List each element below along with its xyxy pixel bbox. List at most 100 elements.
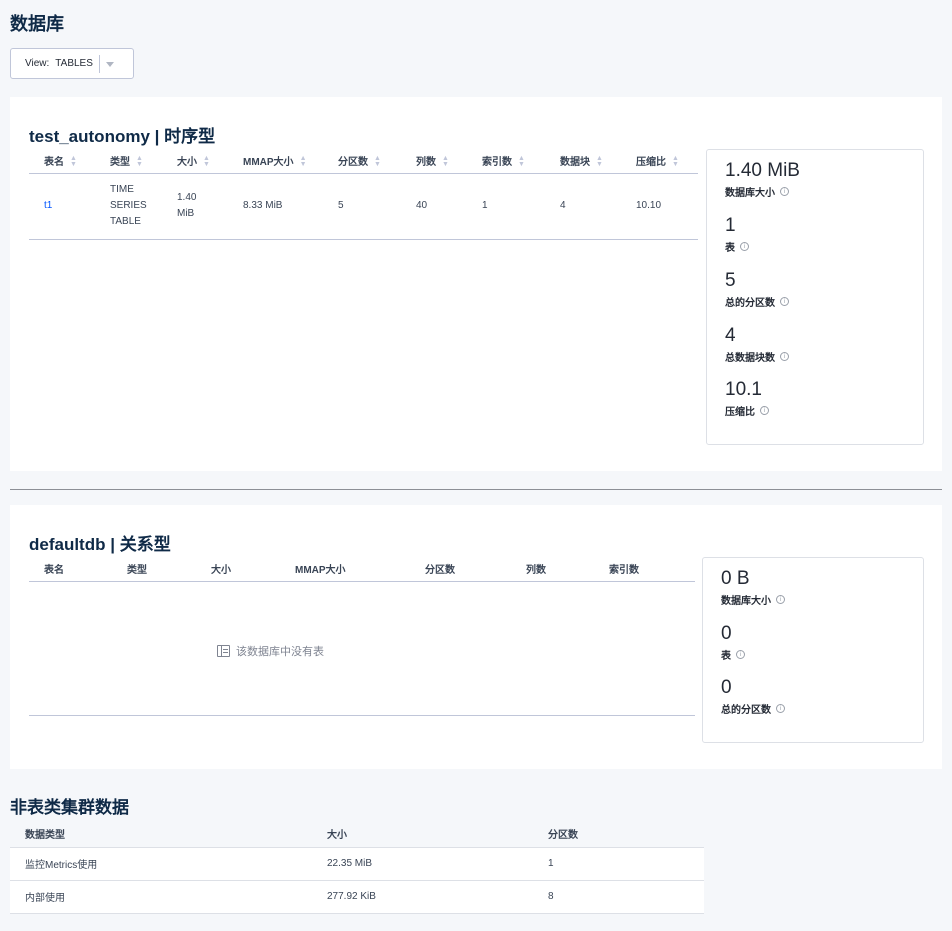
- sort-icon[interactable]: ▲ ▼: [596, 155, 603, 168]
- view-select-value: TABLES: [55, 58, 93, 69]
- column-header[interactable]: 分区数: [533, 820, 704, 848]
- stat-value: 0: [721, 623, 732, 644]
- stat-value: 0 B: [721, 568, 750, 589]
- table-blocks-cell: 4: [560, 200, 566, 211]
- sort-icon[interactable]: ▲ ▼: [442, 155, 449, 168]
- table-link[interactable]: t1: [44, 200, 52, 211]
- tables-table: 表名 类型 大小 MMAP大小 分区数 列数 索引数: [29, 557, 695, 716]
- view-select-separator: [98, 54, 100, 73]
- info-icon[interactable]: i: [776, 595, 785, 604]
- info-icon[interactable]: i: [760, 406, 769, 415]
- stat-label: 表: [721, 651, 731, 662]
- stat-value: 0: [721, 677, 732, 698]
- size-cell: 22.35 MiB: [312, 847, 533, 881]
- stat-label: 总的分区数: [725, 298, 775, 309]
- page-title: 数据库: [10, 14, 64, 34]
- empty-state-text: 该数据库中没有表: [236, 646, 324, 658]
- table-type-cell: TIME SERIES TABLE: [95, 173, 162, 239]
- database-title: test_autonomy | 时序型: [29, 127, 216, 146]
- column-header[interactable]: 数据块 ▲ ▼: [545, 149, 621, 174]
- sort-icon[interactable]: ▲ ▼: [70, 155, 77, 168]
- table-ratio-cell: 10.10: [636, 200, 662, 211]
- stat-tables: 0 表i: [721, 623, 745, 662]
- column-header[interactable]: 列数: [511, 557, 594, 582]
- info-icon[interactable]: i: [780, 187, 789, 196]
- column-header[interactable]: 类型 ▲ ▼: [95, 149, 162, 174]
- column-header[interactable]: 大小 ▲ ▼: [162, 149, 228, 174]
- info-icon[interactable]: i: [736, 650, 745, 659]
- table-icon: [217, 645, 230, 657]
- tables-table: 表名 ▲ ▼ 类型 ▲ ▼ 大小 ▲ ▼ MMAP大小 ▲ ▼ 分区数 ▲ ▼ 列数 ▲ ▼ 索引数 ▲ ▼…: [29, 149, 698, 240]
- column-header[interactable]: 分区数: [410, 557, 511, 582]
- table-mmap-cell: 8.33 MiB: [243, 200, 283, 211]
- info-icon[interactable]: i: [780, 297, 789, 306]
- table-row[interactable]: t1 TIME SERIES TABLE 1.40 MiB 8.33 MiB 5…: [29, 173, 698, 239]
- table-columns-cell: 40: [416, 200, 428, 211]
- sort-icon[interactable]: ▲ ▼: [374, 155, 381, 168]
- data-type-cell: 内部使用: [10, 880, 312, 914]
- section-divider: [10, 489, 942, 490]
- sort-icon[interactable]: ▲ ▼: [672, 155, 679, 168]
- partitions-cell: 8: [533, 880, 704, 914]
- view-select-label: View:: [25, 58, 50, 69]
- column-header[interactable]: MMAP大小: [280, 557, 410, 582]
- stat-label: 数据库大小: [721, 596, 771, 607]
- info-icon[interactable]: i: [740, 242, 749, 251]
- table-row: 监控Metrics使用 22.35 MiB 1: [10, 847, 704, 881]
- table-header-row: 表名 ▲ ▼ 类型 ▲ ▼ 大小 ▲ ▼ MMAP大小 ▲ ▼ 分区数 ▲ ▼ 列数 ▲ ▼ 索引数 ▲ ▼…: [29, 149, 698, 174]
- column-header[interactable]: 类型: [112, 557, 196, 582]
- column-header[interactable]: 大小: [196, 557, 280, 582]
- stat-label: 总的分区数: [721, 705, 771, 716]
- stat-value: 4: [725, 325, 736, 346]
- sort-icon[interactable]: ▲ ▼: [300, 155, 307, 168]
- stat-compression: 10.1 压缩比 i: [725, 379, 769, 418]
- column-header[interactable]: 索引数: [594, 557, 695, 582]
- info-icon[interactable]: i: [780, 352, 789, 361]
- sort-icon[interactable]: ▲ ▼: [518, 155, 525, 168]
- stat-label: 表: [725, 243, 735, 254]
- table-name-cell[interactable]: t1: [29, 173, 95, 239]
- stat-partitions: 0 总的分区数 i: [721, 677, 785, 716]
- database-stats-card: 0 B 数据库大小 i 0 表i 0 总的分区数 i: [702, 557, 924, 743]
- column-header[interactable]: 列数 ▲ ▼: [401, 149, 467, 174]
- stat-value: 1.40 MiB: [725, 160, 800, 181]
- data-type-cell: 监控Metrics使用: [10, 847, 312, 881]
- table-indexes-cell: 1: [482, 200, 488, 211]
- table-size-cell: 1.40 MiB: [162, 173, 228, 239]
- stat-label: 压缩比: [725, 407, 755, 418]
- column-header[interactable]: 索引数 ▲ ▼: [467, 149, 545, 174]
- database-title: defaultdb | 关系型: [29, 535, 171, 554]
- column-header[interactable]: 数据类型: [10, 820, 312, 848]
- chevron-down-icon[interactable]: [105, 62, 114, 67]
- table-header-row: 表名 类型 大小 MMAP大小 分区数 列数 索引数: [29, 557, 695, 582]
- info-icon[interactable]: i: [776, 704, 785, 713]
- table-type-line: TIME: [110, 184, 134, 195]
- stat-partitions: 5 总的分区数 i: [725, 270, 789, 309]
- column-header[interactable]: 表名: [29, 557, 112, 582]
- stat-blocks: 4 总数据块数 i: [725, 325, 789, 364]
- view-select[interactable]: View: TABLES: [10, 48, 134, 79]
- stat-tables: 1 表i: [725, 215, 749, 254]
- column-header[interactable]: 压缩比 ▲ ▼: [621, 149, 698, 174]
- partitions-cell: 1: [533, 847, 704, 881]
- table-size-line: MiB: [177, 208, 195, 219]
- column-header[interactable]: MMAP大小 ▲ ▼: [228, 149, 323, 174]
- stat-value: 10.1: [725, 379, 762, 400]
- database-stats-card: 1.40 MiB 数据库大小 i 1 表i 5 总的分区数 i 4 总数据块数 i 1…: [706, 149, 924, 445]
- column-header[interactable]: 分区数 ▲ ▼: [323, 149, 401, 174]
- column-header[interactable]: 表名 ▲ ▼: [29, 149, 95, 174]
- sort-icon[interactable]: ▲ ▼: [203, 155, 210, 168]
- stat-label: 数据库大小: [725, 188, 775, 199]
- table-type-line: SERIES: [110, 200, 147, 211]
- stat-database-size: 0 B 数据库大小 i: [721, 568, 785, 607]
- stat-value: 1: [725, 215, 736, 236]
- table-partitions-cell: 5: [338, 200, 344, 211]
- column-header[interactable]: 大小: [312, 820, 533, 848]
- non-table-data-title: 非表类集群数据: [10, 798, 129, 817]
- table-type-line: TABLE: [110, 216, 141, 227]
- stat-database-size: 1.40 MiB 数据库大小 i: [725, 160, 800, 199]
- table-row: 内部使用 277.92 KiB 8: [10, 880, 704, 914]
- stat-value: 5: [725, 270, 736, 291]
- stat-label: 总数据块数: [725, 353, 775, 364]
- sort-icon[interactable]: ▲ ▼: [136, 155, 143, 168]
